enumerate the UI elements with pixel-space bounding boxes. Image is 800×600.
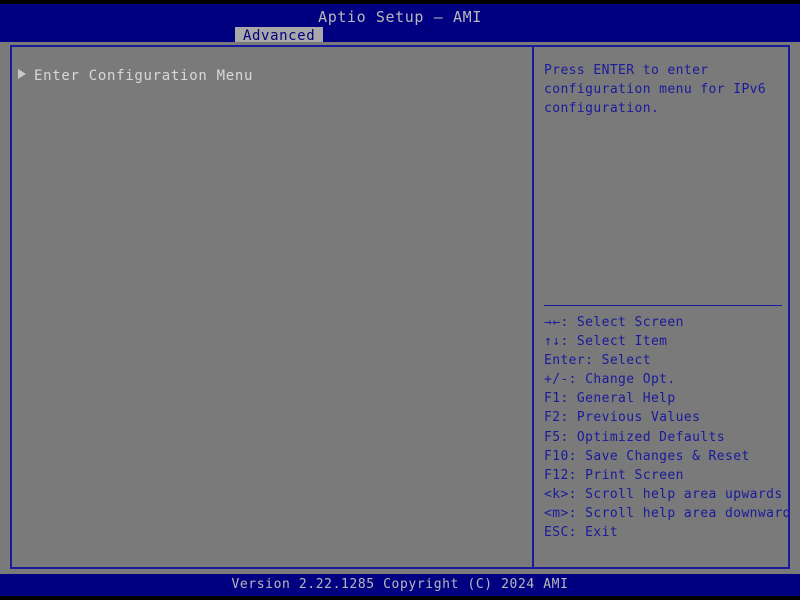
key-legend-print-screen: F12: Print Screen: [544, 467, 684, 483]
bios-setup-screen: Aptio Setup – AMI Advanced Enter Configu…: [0, 0, 800, 600]
footer-bar: Version 2.22.1285 Copyright (C) 2024 AMI: [0, 574, 800, 596]
key-legend-save-changes-reset: F10: Save Changes & Reset: [544, 448, 750, 464]
panel-frame: Enter Configuration Menu Press ENTER to …: [10, 45, 790, 569]
header-bar: Aptio Setup – AMI Advanced: [0, 4, 800, 46]
key-legend-change-opt: +/-: Change Opt.: [544, 372, 676, 388]
key-legend-scroll-up: <k>: Scroll help area upwards: [544, 486, 783, 502]
settings-list-panel: Enter Configuration Menu: [12, 47, 532, 567]
key-legend-enter-select: Enter: Select: [544, 353, 651, 369]
help-text-line: configuration.: [544, 101, 660, 116]
key-legend-scroll-down: <m>: Scroll help area downwards: [544, 505, 788, 521]
help-panel: Press ENTER to enter configuration menu …: [534, 47, 788, 567]
key-legend-previous-values: F2: Previous Values: [544, 410, 701, 426]
version-copyright-text: Version 2.22.1285 Copyright (C) 2024 AMI: [231, 577, 569, 592]
key-legend-select-screen: →←: Select Screen: [544, 315, 684, 330]
key-legend-select-item: ↑↓: Select Item: [544, 334, 668, 350]
page-title: Aptio Setup – AMI: [318, 8, 482, 26]
key-legend-general-help: F1: General Help: [544, 391, 676, 407]
help-legend-divider: [544, 305, 782, 306]
help-text: Press ENTER to enter configuration menu …: [544, 61, 788, 118]
key-legend-exit: ESC: Exit: [544, 525, 619, 541]
menu-item-enter-configuration-menu[interactable]: Enter Configuration Menu: [12, 66, 528, 86]
help-text-line: configuration menu for IPv6: [544, 82, 767, 97]
body-area: Enter Configuration Menu Press ENTER to …: [0, 42, 800, 574]
key-legend-optimized-defaults: F5: Optimized Defaults: [544, 429, 725, 445]
menu-item-label: Enter Configuration Menu: [34, 68, 254, 84]
help-text-line: Press ENTER to enter: [544, 63, 709, 78]
key-legend: →←: Select Screen ↑↓: Select Item Enter:…: [544, 313, 788, 542]
triangle-right-icon: [18, 69, 26, 79]
